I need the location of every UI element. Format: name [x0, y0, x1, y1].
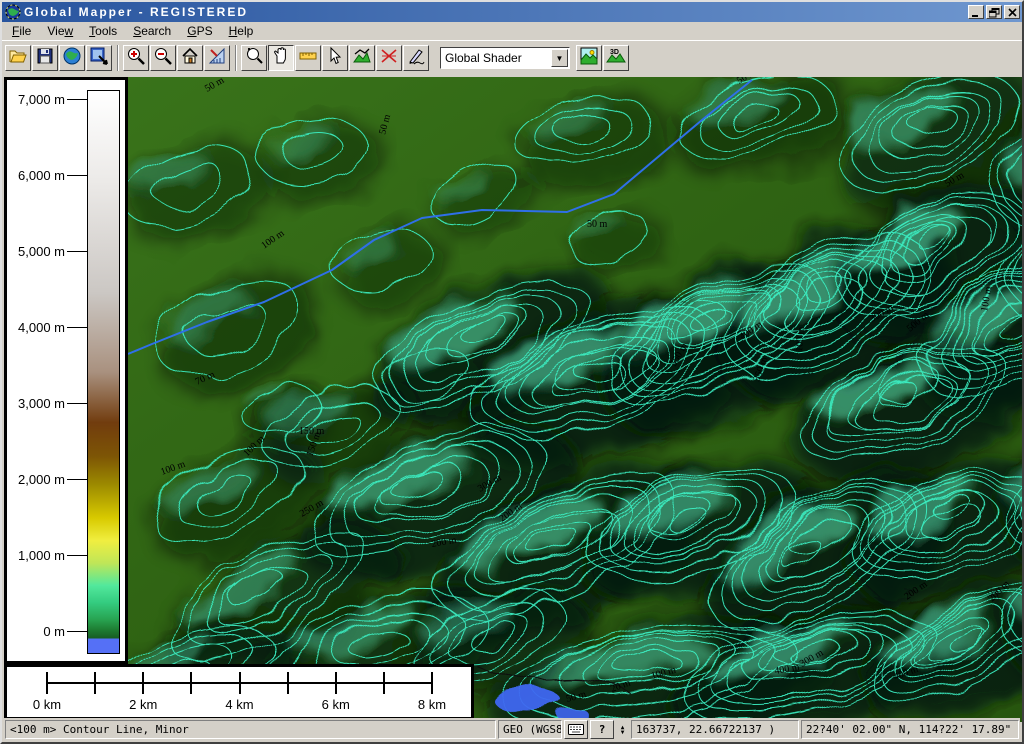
- contour-label: 100 m: [794, 326, 807, 352]
- measure-tool-button[interactable]: [295, 45, 321, 71]
- elevation-gradient-bar: [87, 90, 120, 654]
- line-of-sight-tool-button[interactable]: [376, 45, 402, 71]
- restore-button[interactable]: [986, 5, 1002, 19]
- menu-view[interactable]: View: [39, 23, 81, 39]
- shader-select-value: Global Shader: [441, 51, 551, 65]
- scale-tick: [94, 672, 96, 694]
- menu-help[interactable]: Help: [221, 23, 262, 39]
- scale-label: 0 km: [33, 697, 61, 712]
- contour-label: 50 m: [587, 219, 608, 230]
- full-view-button[interactable]: [177, 45, 203, 71]
- measure-tool-icon: [298, 46, 318, 71]
- elevation-legend: 7,000 m 6,000 m 5,000 m 4,000 m 3,000 m 2,000…: [4, 77, 128, 664]
- toolbar: Global Shader▼ 3D: [2, 40, 1022, 75]
- pointer-tool-icon: [325, 46, 345, 71]
- 3d-view-button[interactable]: 3D: [603, 45, 629, 71]
- legend-tick: 2,000 m: [7, 479, 87, 493]
- load-web-data-icon: [62, 46, 82, 71]
- help-icon[interactable]: ?: [590, 720, 614, 739]
- distance-scale-bar: 0 km 2 km 4 km 6 km 8 km: [4, 664, 474, 720]
- raster-options-icon: [579, 46, 599, 71]
- scale-label: 2 km: [129, 697, 157, 712]
- zoom-to-scale-icon: [207, 46, 227, 71]
- status-projection: GEO (WGS8: [498, 720, 562, 739]
- scale-tick: [142, 672, 144, 694]
- scale-tick: [335, 672, 337, 694]
- raster-options-button[interactable]: [576, 45, 602, 71]
- 3d-view-icon: 3D: [606, 46, 626, 71]
- main-area: 50 m100 m50 m50 m50 m100 m400 m550 m500 …: [4, 77, 1020, 718]
- zoom-out-icon: [153, 46, 173, 71]
- zoom-tool-button[interactable]: [241, 45, 267, 71]
- keyboard-icon[interactable]: [564, 720, 588, 739]
- menu-search[interactable]: Search: [125, 23, 179, 39]
- scale-tick: [431, 672, 433, 694]
- scale-label: 4 km: [225, 697, 253, 712]
- legend-tick: 7,000 m: [7, 99, 87, 113]
- title-bar[interactable]: Global Mapper - REGISTERED: [2, 2, 1022, 22]
- zoom-to-scale-button[interactable]: [204, 45, 230, 71]
- app-icon: [5, 4, 21, 20]
- overlay-control-center-button[interactable]: [86, 45, 112, 71]
- scale-tick: [190, 672, 192, 694]
- scale-tick: [239, 672, 241, 694]
- status-lat-lon: 22?40' 02.00" N, 114?22' 17.89" E: [801, 720, 1019, 739]
- zoom-tool-icon: [244, 46, 264, 71]
- map-view[interactable]: 50 m100 m50 m50 m50 m100 m400 m550 m500 …: [128, 77, 1024, 722]
- zoom-in-button[interactable]: [123, 45, 149, 71]
- minimize-button[interactable]: [968, 5, 984, 19]
- pointer-tool-button[interactable]: [322, 45, 348, 71]
- svg-text:3D: 3D: [610, 49, 619, 56]
- save-button[interactable]: [32, 45, 58, 71]
- toolbar-separator: [117, 45, 119, 71]
- path-profile-tool-button[interactable]: [349, 45, 375, 71]
- path-profile-tool-icon: [352, 46, 372, 71]
- scale-tick: [46, 672, 48, 694]
- open-file-icon: [8, 46, 28, 71]
- legend-tick: 6,000 m: [7, 175, 87, 189]
- global-mapper-window: Global Mapper - REGISTERED FileViewTools…: [0, 0, 1024, 744]
- legend-tick: 1,000 m: [7, 555, 87, 569]
- coordinate-spinner[interactable]: ▲▼: [616, 720, 629, 739]
- pan-tool-button[interactable]: [268, 45, 294, 71]
- full-view-icon: [180, 46, 200, 71]
- menu-tools[interactable]: Tools: [81, 23, 125, 39]
- zoom-in-icon: [126, 46, 146, 71]
- shader-select[interactable]: Global Shader▼: [440, 47, 570, 69]
- legend-tick: 4,000 m: [7, 327, 87, 341]
- status-layer-info: <100 m> Contour Line, Minor: [5, 720, 496, 739]
- digitizer-tool-button[interactable]: [403, 45, 429, 71]
- menu-bar: FileViewToolsSearchGPSHelp: [2, 22, 1022, 40]
- pan-tool-icon: [271, 46, 291, 71]
- scale-tick: [287, 672, 289, 694]
- legend-tick: 0 m: [7, 631, 87, 645]
- load-web-data-button[interactable]: [59, 45, 85, 71]
- menu-gps[interactable]: GPS: [179, 23, 220, 39]
- save-icon: [35, 46, 55, 71]
- overlay-control-center-icon: [89, 46, 109, 71]
- line-of-sight-tool-icon: [379, 46, 399, 71]
- zoom-out-button[interactable]: [150, 45, 176, 71]
- open-file-button[interactable]: [5, 45, 31, 71]
- scale-label: 8 km: [418, 697, 446, 712]
- window-title: Global Mapper - REGISTERED: [24, 5, 966, 19]
- legend-tick: 3,000 m: [7, 403, 87, 417]
- digitizer-tool-icon: [406, 46, 426, 71]
- chevron-down-icon[interactable]: ▼: [551, 49, 568, 67]
- legend-tick: 5,000 m: [7, 251, 87, 265]
- scale-label: 6 km: [322, 697, 350, 712]
- menu-file[interactable]: File: [4, 23, 39, 39]
- scale-tick: [383, 672, 385, 694]
- status-bar: <100 m> Contour Line, Minor GEO (WGS8 ? …: [4, 718, 1020, 740]
- close-icon[interactable]: [1004, 5, 1020, 19]
- status-coordinates: 163737, 22.66722137 ): [631, 720, 799, 739]
- toolbar-separator: [235, 45, 237, 71]
